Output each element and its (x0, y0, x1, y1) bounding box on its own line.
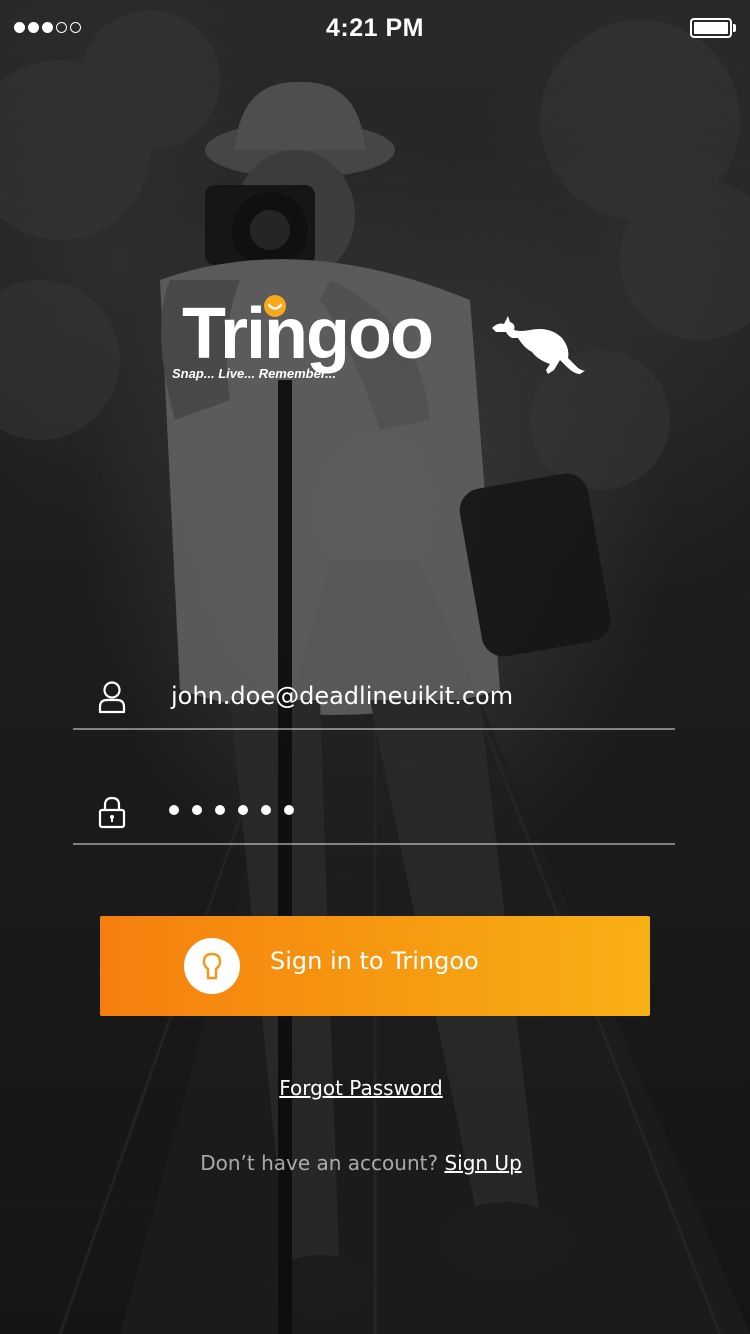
signup-row: Don’t have an account? Sign Up (0, 1151, 722, 1175)
app-logo: Tringoo Snap... Live... Remember... (168, 290, 588, 390)
password-dot (169, 805, 179, 815)
sign-in-icon-circle (184, 938, 240, 994)
background-dim-overlay (0, 0, 750, 1334)
password-dot (261, 805, 271, 815)
sign-up-link[interactable]: Sign Up (444, 1151, 521, 1175)
keyhole-icon (202, 952, 222, 980)
password-dot (284, 805, 294, 815)
login-screen: 4:21 PM Tringoo Snap... Live... Remember… (0, 0, 750, 1334)
battery-icon (690, 18, 736, 40)
password-field[interactable] (73, 783, 675, 845)
password-dot (192, 805, 202, 815)
email-value[interactable]: john.doe@deadlineuikit.com (171, 682, 513, 710)
sign-in-button[interactable]: Sign in to Tringoo (100, 916, 650, 1016)
status-bar: 4:21 PM (0, 0, 750, 58)
battery-level-fill (694, 22, 728, 34)
kangaroo-icon (492, 316, 586, 374)
lock-icon (98, 796, 126, 829)
password-dot (215, 805, 225, 815)
email-field[interactable]: john.doe@deadlineuikit.com (73, 668, 675, 730)
logo-wordmark: Tringoo (182, 294, 434, 374)
forgot-password-link[interactable]: Forgot Password (0, 1076, 722, 1100)
status-time: 4:21 PM (326, 14, 424, 42)
password-masked-value[interactable] (169, 805, 294, 815)
signup-prompt: Don’t have an account? (200, 1151, 439, 1175)
sign-in-label: Sign in to Tringoo (270, 947, 479, 975)
smile-icon (264, 295, 286, 317)
password-dot (238, 805, 248, 815)
logo-tagline: Snap... Live... Remember... (172, 366, 337, 381)
user-icon (98, 681, 126, 714)
